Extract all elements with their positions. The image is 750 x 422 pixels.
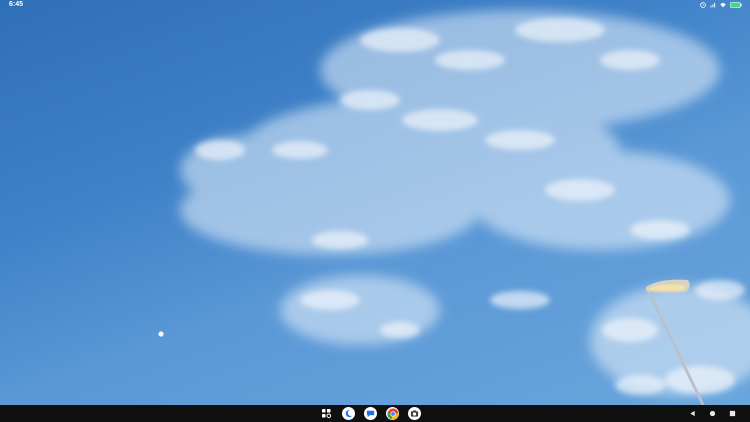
status-clock: 6:45 <box>9 1 24 8</box>
dock <box>320 407 421 420</box>
chrome-app-button[interactable] <box>386 407 399 420</box>
chrome-icon <box>386 408 399 420</box>
clock-icon <box>700 2 706 8</box>
recents-icon[interactable] <box>729 410 736 417</box>
camera-app-button[interactable] <box>408 407 421 420</box>
home-icon[interactable] <box>709 410 716 417</box>
messages-app-button[interactable] <box>364 407 377 420</box>
back-icon[interactable] <box>689 410 696 417</box>
signal-icon <box>710 2 716 8</box>
status-bar: 6:45 <box>0 0 750 10</box>
status-icons <box>700 1 742 9</box>
apps-icon <box>322 409 332 419</box>
battery-icon <box>730 2 742 8</box>
app-grid-button[interactable] <box>320 407 333 420</box>
moon-icon <box>345 409 353 418</box>
camera-icon <box>410 410 419 417</box>
wallpaper-art <box>158 10 750 405</box>
chat-icon <box>366 410 375 418</box>
navigation-buttons <box>689 407 736 420</box>
taskbar <box>0 405 750 422</box>
wifi-icon <box>720 3 726 8</box>
moon <box>158 331 164 337</box>
sky-wallpaper <box>0 0 750 405</box>
clock-app-button[interactable] <box>342 407 355 420</box>
